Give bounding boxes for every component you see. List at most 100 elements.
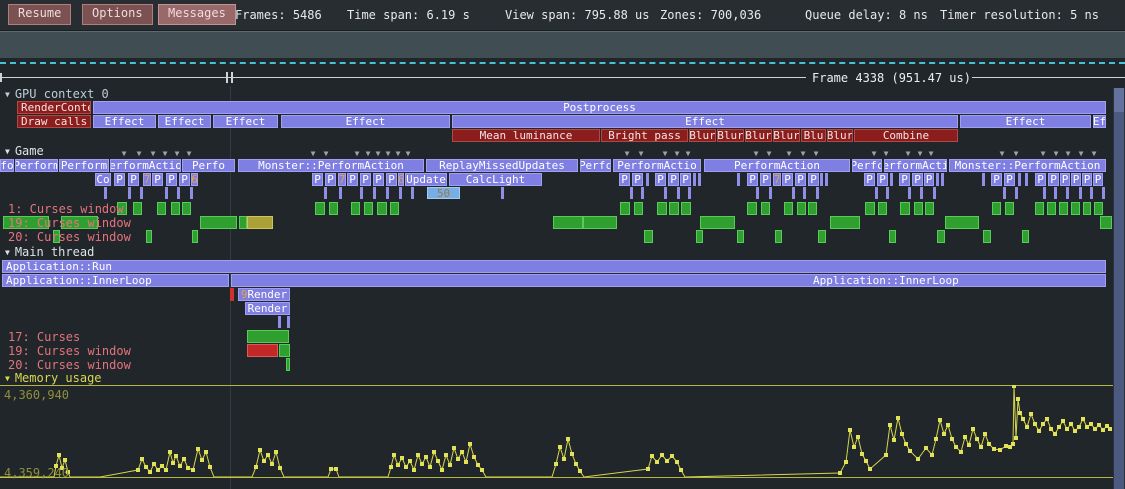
memory-plot[interactable] [0,385,1125,489]
game-zone-row-3-tick[interactable] [886,187,889,199]
game-zone-row-3-tick[interactable] [360,187,363,199]
game-zone-row-3-tick[interactable] [1102,187,1105,199]
message-marker-icon[interactable]: ▼ [869,150,879,158]
game-zone-row-2-zone[interactable]: P [166,173,177,186]
collapse-icon[interactable]: ▼ [5,90,10,99]
game-thread-1-row-tick[interactable] [808,202,817,215]
game-zone-row-2-zone[interactable]: Co [95,173,111,186]
game-zone-row-3-tick[interactable] [816,187,819,199]
game-zone-row-2-zone[interactable]: P [668,173,679,186]
game-zone-row-2-zone[interactable]: P [347,173,358,186]
game-zone-row-3-tick[interactable] [1079,187,1082,199]
game-zone-row-2-zone[interactable]: 7 [773,173,781,186]
game-zone-row-2-tick[interactable] [1025,173,1028,186]
game-zone-row-2-zone[interactable]: P [632,173,643,186]
gpu-drawcalls-row-zone[interactable]: Effect [158,115,211,128]
message-marker-icon[interactable]: ▼ [784,150,794,158]
message-marker-icon[interactable]: ▼ [751,150,761,158]
main-innerloop-row-zone[interactable]: Application::InnerLoop [231,274,1106,287]
game-thread-19-row-tick[interactable] [583,216,617,229]
game-thread-1-row-tick[interactable] [315,202,325,215]
game-zone-row-1-zone[interactable]: fo [0,159,14,172]
gpu-postprocess-row-zone[interactable]: Bright pass [601,129,688,142]
game-thread-19-row-tick[interactable] [945,216,979,229]
game-zone-row-2-tick[interactable] [646,173,649,186]
options-button[interactable]: Options [82,4,153,25]
game-zone-row-2-zone[interactable]: P [782,173,793,186]
scrollbar-thumb-cap[interactable] [1114,88,1124,112]
frames-overview-band[interactable] [0,31,1125,58]
game-zone-row-3-tick[interactable] [908,187,911,199]
game-zone-row-2-zone[interactable]: P [152,173,163,186]
game-zone-row-2-zone[interactable]: P [1071,173,1081,186]
game-zone-row-2-tick[interactable] [693,173,696,186]
game-zone-row-2-zone[interactable]: P [312,173,323,186]
game-thread-19-row-tick[interactable] [200,216,237,229]
gpu-postprocess-row-zone[interactable]: Blur [745,129,772,142]
game-zone-row-2-zone[interactable]: P [1060,173,1070,186]
resume-button[interactable]: Resume [8,4,71,25]
collapse-icon[interactable]: ▼ [5,374,10,383]
message-marker-icon[interactable]: ▼ [926,150,936,158]
gpu-postprocess-row-zone[interactable]: Combine [854,129,958,142]
game-thread-20-row-tick[interactable] [775,230,782,243]
game-thread-1-row-tick[interactable] [351,202,360,215]
game-thread-1-row-tick[interactable] [669,202,679,215]
scrollbar-thumb[interactable] [1114,88,1124,489]
game-thread-1-row-tick[interactable] [182,202,191,215]
thread-label[interactable]: 19: Curses window [8,217,131,230]
game-zone-row-1-zone[interactable]: Perform [15,159,58,172]
game-zone-row-2-zone[interactable]: P [1004,173,1015,186]
game-zone-row-2-zone[interactable]: P [1093,173,1103,186]
gpu-drawcalls-row-zone[interactable]: Effect [960,115,1091,128]
game-thread-1-row-tick[interactable] [377,202,387,215]
game-thread-1-row-tick[interactable] [620,202,630,215]
game-thread-1-row-tick[interactable] [681,202,691,215]
gpu-postprocess-row-zone[interactable]: Blur [717,129,744,142]
game-zone-row-3-tick[interactable] [664,187,667,199]
gpu-drawcalls-row-zone[interactable]: Effect [213,115,278,128]
section-header-game[interactable]: ▼Game [5,145,44,158]
game-zone-row-2-zone[interactable]: P [179,173,190,186]
game-zone-row-3-tick[interactable] [792,187,795,199]
game-zone-row-2-zone[interactable]: P [864,173,875,186]
game-zone-row-2-zone[interactable]: P [1082,173,1092,186]
thread-label[interactable]: 20: Curses window [8,359,131,372]
game-zone-row-2-zone[interactable]: P [386,173,397,186]
game-zone-row-1-zone[interactable]: Monster::PerformAction [949,159,1106,172]
gpu-renderpass-row-zone[interactable]: RenderConte [17,101,91,114]
section-header-gpu[interactable]: ▼GPU context 0 [5,88,109,101]
game-zone-row-3-tick[interactable] [373,187,376,199]
game-thread-1-row-tick[interactable] [364,202,373,215]
game-zone-row-3-tick[interactable] [677,187,680,199]
message-marker-icon[interactable]: ▼ [683,150,693,158]
game-zone-row-2-zone[interactable]: P [899,173,910,186]
game-thread-1-row-tick[interactable] [157,202,166,215]
game-zone-row-2-tick[interactable] [941,173,944,186]
gpu-drawcalls-row-zone[interactable]: Effect [281,115,450,128]
game-zone-row-1-zone[interactable]: Monster::PerformAction [238,159,424,172]
game-zone-row-2-zone[interactable]: P [325,173,336,186]
ruler-frame-label[interactable]: Frame 4338 (951.47 us) [812,71,971,85]
game-zone-row-2-tick[interactable] [982,173,985,186]
message-marker-icon[interactable]: ▼ [148,150,158,158]
game-thread-1-row-tick[interactable] [1071,202,1080,215]
game-thread-1-row-tick[interactable] [1083,202,1091,215]
game-thread-20-row-tick[interactable] [644,230,653,243]
game-thread-1-row-tick[interactable] [133,202,142,215]
game-zone-row-3-tick[interactable] [140,187,143,199]
game-thread-1-row-tick[interactable] [1047,202,1056,215]
main-tick-row-tick[interactable] [278,316,281,328]
game-thread-20-row-tick[interactable] [983,230,991,243]
game-zone-row-2-zone[interactable]: Update [405,173,447,186]
game-zone-row-2-tick[interactable] [1018,173,1021,186]
message-marker-icon[interactable]: ▼ [134,150,144,158]
game-zone-row-3-tick[interactable] [875,187,878,199]
main-render-row-1-zone[interactable]: 9Render [238,288,290,301]
message-marker-icon[interactable]: ▼ [119,150,129,158]
gpu-drawcalls-row-zone[interactable]: Draw calls [17,115,91,128]
game-zone-row-2-zone[interactable]: P [680,173,691,186]
game-thread-1-row-tick[interactable] [865,202,875,215]
game-thread-20-row-tick[interactable] [146,230,152,243]
game-zone-row-3-tick[interactable] [1054,187,1057,199]
